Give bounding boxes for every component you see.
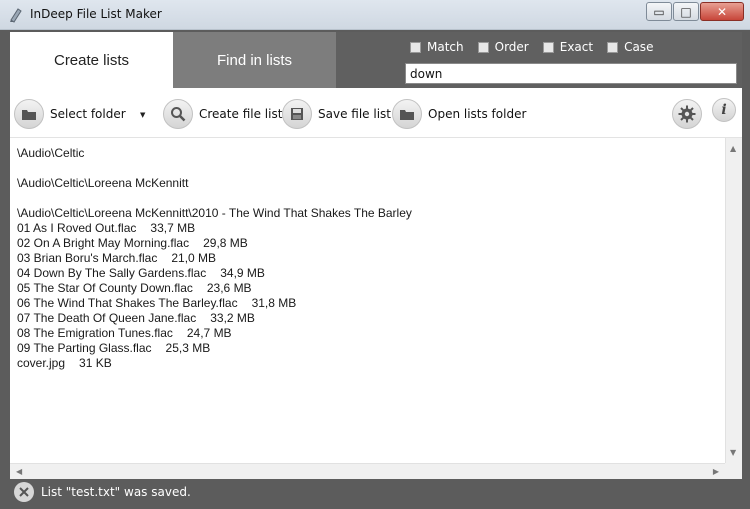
search-options: Match Order Exact Case (410, 40, 667, 54)
file-size: 24,7 MB (186, 326, 232, 340)
list-blank-line (17, 161, 725, 176)
vertical-scrollbar[interactable]: ▲ ▼ (725, 138, 742, 463)
create-file-list-button[interactable]: Create file list (163, 99, 282, 129)
scroll-corner (725, 463, 742, 479)
minimize-icon: ▭ (653, 4, 665, 19)
file-name: cover.jpg (17, 356, 66, 370)
folder-open-icon (392, 99, 422, 129)
file-list: \Audio\Celtic \Audio\Celtic\Loreena McKen… (10, 138, 725, 371)
file-size: 34,9 MB (220, 266, 265, 280)
tab-create-lists-label: Create lists (53, 51, 130, 69)
file-size: 33,7 MB (150, 221, 196, 235)
list-item: 08 The Emigration Tunes.flac 24,7 MB (17, 326, 725, 341)
list-item: \Audio\Celtic\Loreena McKennitt (17, 176, 725, 191)
list-item: 03 Brian Boru's March.flac 21,0 MB (17, 251, 725, 266)
select-folder-dropdown-icon[interactable]: ▼ (140, 111, 145, 119)
order-label: Order (494, 40, 529, 54)
list-item: \Audio\Celtic (17, 146, 725, 161)
save-disk-icon (282, 99, 312, 129)
list-item: cover.jpg 31 KB (17, 356, 725, 371)
list-item: 06 The Wind That Shakes The Barley.flac 3… (17, 296, 725, 311)
case-checkbox[interactable] (607, 41, 619, 53)
search-input[interactable] (405, 63, 737, 84)
scroll-right-icon[interactable]: ▶ (713, 467, 719, 476)
create-file-list-label: Create file list (199, 107, 283, 121)
close-icon (19, 487, 29, 497)
file-size: 25,3 MB (165, 341, 211, 355)
close-button[interactable]: ✕ (700, 2, 744, 21)
exact-option[interactable]: Exact (542, 40, 594, 54)
close-icon: ✕ (716, 4, 728, 19)
match-option[interactable]: Match (410, 40, 464, 54)
scroll-down-icon[interactable]: ▼ (730, 448, 736, 457)
file-name: \Audio\Celtic (17, 146, 85, 160)
toolbar: Select folder ▼ Create file list Save fi… (10, 88, 742, 138)
scroll-up-icon[interactable]: ▲ (730, 144, 736, 153)
tab-find-in-lists[interactable]: Find in lists (173, 32, 336, 88)
file-size: 31,8 MB (251, 296, 297, 310)
file-name: 09 The Parting Glass.flac (17, 341, 152, 355)
file-name: 08 The Emigration Tunes.flac (17, 326, 173, 340)
case-option[interactable]: Case (607, 40, 653, 54)
select-folder-label: Select folder (50, 107, 126, 121)
magnifier-icon (163, 99, 193, 129)
list-item: 09 The Parting Glass.flac 25,3 MB (17, 341, 725, 356)
maximize-button[interactable]: □ (673, 2, 699, 21)
file-name: 07 The Death Of Queen Jane.flac (17, 311, 197, 325)
horizontal-scrollbar[interactable]: ◀ ▶ (10, 463, 725, 479)
file-list-view[interactable]: \Audio\Celtic \Audio\Celtic\Loreena McKen… (10, 138, 725, 463)
title-bar: InDeep File List Maker ▭ □ ✕ (0, 0, 750, 30)
exact-checkbox[interactable] (542, 41, 554, 53)
file-name: 04 Down By The Sally Gardens.flac (17, 266, 207, 280)
save-file-list-label: Save file list (318, 107, 391, 121)
order-checkbox[interactable] (477, 41, 489, 53)
scroll-left-icon[interactable]: ◀ (16, 467, 22, 476)
app-icon (10, 8, 22, 23)
dismiss-status-button[interactable] (14, 482, 34, 502)
status-bar: List "test.txt" was saved. (10, 479, 742, 505)
list-item: \Audio\Celtic\Loreena McKennitt\2010 - T… (17, 206, 725, 221)
list-item: 02 On A Bright May Morning.flac 29,8 MB (17, 236, 725, 251)
file-name: 05 The Star Of County Down.flac (17, 281, 193, 295)
gear-icon (672, 99, 702, 129)
file-name: \Audio\Celtic\Loreena McKennitt (17, 176, 189, 190)
list-item: 05 The Star Of County Down.flac 23,6 MB (17, 281, 725, 296)
list-item: 07 The Death Of Queen Jane.flac 33,2 MB (17, 311, 725, 326)
select-folder-button[interactable]: Select folder (14, 99, 126, 129)
file-size: 33,2 MB (210, 311, 255, 325)
file-size: 31 KB (79, 356, 112, 370)
window-title: InDeep File List Maker (30, 7, 162, 21)
open-lists-folder-label: Open lists folder (428, 107, 527, 121)
info-button[interactable]: i (712, 95, 736, 125)
status-message: List "test.txt" was saved. (41, 485, 191, 499)
list-item: 04 Down By The Sally Gardens.flac 34,9 MB (17, 266, 725, 281)
minimize-button[interactable]: ▭ (646, 2, 672, 21)
tab-create-lists[interactable]: Create lists (10, 32, 173, 88)
open-lists-folder-button[interactable]: Open lists folder (392, 99, 526, 129)
list-item: 01 As I Roved Out.flac 33,7 MB (17, 221, 725, 236)
match-checkbox[interactable] (410, 41, 421, 53)
file-name: 03 Brian Boru's March.flac (17, 251, 158, 265)
order-option[interactable]: Order (477, 40, 529, 54)
info-icon: i (712, 98, 736, 122)
match-label: Match (427, 40, 464, 54)
exact-label: Exact (559, 40, 594, 54)
file-size: 23,6 MB (206, 281, 252, 295)
header: Create lists Find in lists Match Order E… (10, 32, 742, 88)
file-size: 21,0 MB (171, 251, 217, 265)
file-name: 01 As I Roved Out.flac (17, 221, 137, 235)
file-name: \Audio\Celtic\Loreena McKennitt\2010 - T… (17, 206, 412, 220)
case-label: Case (624, 40, 654, 54)
file-size: 29,8 MB (203, 236, 248, 250)
file-name: 06 The Wind That Shakes The Barley.flac (17, 296, 238, 310)
maximize-icon: □ (680, 4, 692, 19)
list-blank-line (17, 191, 725, 206)
save-file-list-button[interactable]: Save file list (282, 99, 391, 129)
folder-icon (14, 99, 44, 129)
settings-button[interactable] (672, 99, 708, 129)
file-name: 02 On A Bright May Morning.flac (17, 236, 190, 250)
tab-find-in-lists-label: Find in lists (216, 51, 293, 69)
